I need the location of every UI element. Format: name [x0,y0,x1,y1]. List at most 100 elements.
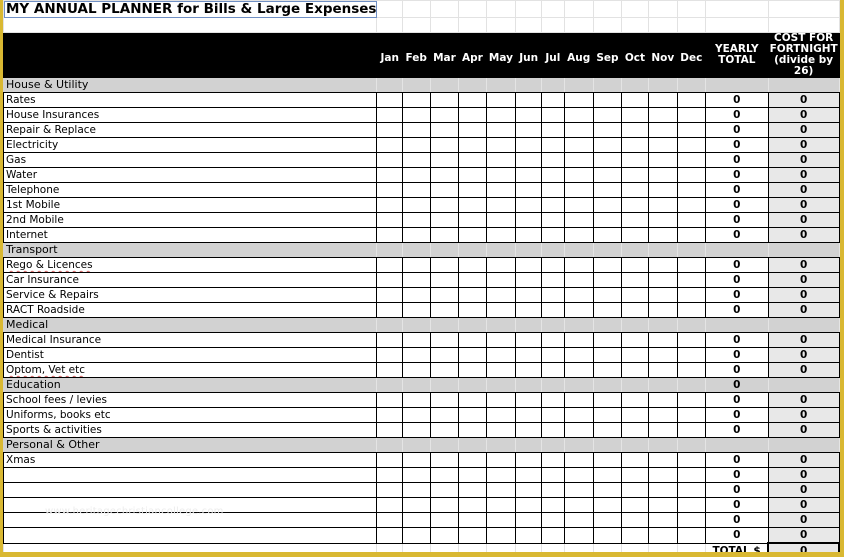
month-amount-cell[interactable] [429,392,460,408]
cell[interactable] [767,77,840,93]
month-amount-cell[interactable] [647,467,678,483]
cell[interactable] [621,437,649,453]
cell[interactable] [704,0,769,18]
month-amount-cell[interactable] [541,107,565,123]
month-amount-cell[interactable] [376,332,403,348]
cell[interactable] [429,17,460,33]
yearly-total-cell[interactable]: 0 [704,467,769,483]
month-amount-cell[interactable] [485,227,517,243]
month-amount-cell[interactable] [515,197,543,213]
month-amount-cell[interactable] [541,407,565,423]
month-amount-cell[interactable] [429,467,460,483]
month-amount-cell[interactable] [376,407,403,423]
cell[interactable] [429,317,460,333]
month-amount-cell[interactable] [401,137,431,153]
month-amount-cell[interactable] [458,122,487,138]
month-amount-cell[interactable] [676,152,706,168]
month-amount-cell[interactable] [458,107,487,123]
fortnight-cost-cell[interactable]: 0 [767,287,840,303]
month-amount-cell[interactable] [401,152,431,168]
month-amount-cell[interactable] [592,212,623,228]
cell[interactable] [485,437,517,453]
fortnight-cost-cell[interactable]: 0 [767,302,840,318]
month-amount-cell[interactable] [429,527,460,544]
cell[interactable] [429,542,460,552]
month-amount-cell[interactable] [515,467,543,483]
month-amount-cell[interactable] [376,512,403,528]
month-amount-cell[interactable] [429,212,460,228]
cell[interactable] [563,317,594,333]
month-amount-cell[interactable] [676,272,706,288]
month-amount-cell[interactable] [515,257,543,273]
month-amount-cell[interactable] [401,482,431,498]
cell[interactable] [592,17,623,33]
month-amount-cell[interactable] [563,92,594,108]
cell[interactable] [767,437,840,453]
month-amount-cell[interactable] [541,452,565,468]
month-amount-cell[interactable] [458,92,487,108]
month-amount-cell[interactable] [485,122,517,138]
month-amount-cell[interactable] [485,197,517,213]
month-amount-cell[interactable] [676,512,706,528]
category-label[interactable]: Transport [3,242,378,258]
month-amount-cell[interactable] [401,272,431,288]
month-amount-cell[interactable] [458,497,487,513]
month-amount-cell[interactable] [621,407,649,423]
cell[interactable] [401,542,431,552]
month-amount-cell[interactable] [647,527,678,544]
cell[interactable] [541,242,565,258]
month-amount-cell[interactable] [541,227,565,243]
month-amount-cell[interactable] [676,497,706,513]
month-amount-cell[interactable] [376,422,403,438]
month-amount-cell[interactable] [592,107,623,123]
fortnight-cost-cell[interactable]: 0 [767,497,840,513]
month-amount-cell[interactable] [401,452,431,468]
category-yearly-total[interactable] [704,242,769,258]
cell[interactable] [376,377,403,393]
month-amount-cell[interactable] [401,227,431,243]
cell[interactable] [592,0,623,18]
cell[interactable] [647,17,678,33]
fortnight-cost-cell[interactable]: 0 [767,122,840,138]
fortnight-cost-cell[interactable]: 0 [767,212,840,228]
cell[interactable] [485,377,517,393]
month-amount-cell[interactable] [515,497,543,513]
expense-label[interactable]: Internet [3,227,378,243]
month-amount-cell[interactable] [592,497,623,513]
fortnight-cost-cell[interactable]: 0 [767,467,840,483]
month-amount-cell[interactable] [429,152,460,168]
month-amount-cell[interactable] [592,467,623,483]
month-amount-cell[interactable] [563,137,594,153]
cell[interactable] [515,317,543,333]
title-cell[interactable]: MY ANNUAL PLANNER for Bills & Large Expe… [3,0,378,18]
cell[interactable] [515,542,543,552]
yearly-total-cell[interactable]: 0 [704,482,769,498]
month-amount-cell[interactable] [592,527,623,544]
month-amount-cell[interactable] [647,407,678,423]
month-amount-cell[interactable] [515,452,543,468]
month-amount-cell[interactable] [592,137,623,153]
cell[interactable] [767,17,840,33]
month-amount-cell[interactable] [401,467,431,483]
category-label[interactable]: Education [3,377,378,393]
month-amount-cell[interactable] [647,392,678,408]
month-amount-cell[interactable] [376,92,403,108]
expense-label[interactable]: 2nd Mobile [3,212,378,228]
month-amount-cell[interactable] [563,212,594,228]
month-amount-cell[interactable] [676,452,706,468]
month-amount-cell[interactable] [541,152,565,168]
month-amount-cell[interactable] [376,452,403,468]
month-amount-cell[interactable] [376,482,403,498]
fortnight-cost-cell[interactable]: 0 [767,392,840,408]
yearly-total-cell[interactable]: 0 [704,107,769,123]
month-amount-cell[interactable] [485,287,517,303]
expense-label[interactable]: Gas [3,152,378,168]
yearly-total-cell[interactable]: 0 [704,272,769,288]
month-amount-cell[interactable] [485,152,517,168]
month-amount-cell[interactable] [429,122,460,138]
cell[interactable] [515,437,543,453]
cell[interactable] [376,437,403,453]
month-amount-cell[interactable] [485,527,517,544]
month-amount-cell[interactable] [563,182,594,198]
month-amount-cell[interactable] [676,527,706,544]
